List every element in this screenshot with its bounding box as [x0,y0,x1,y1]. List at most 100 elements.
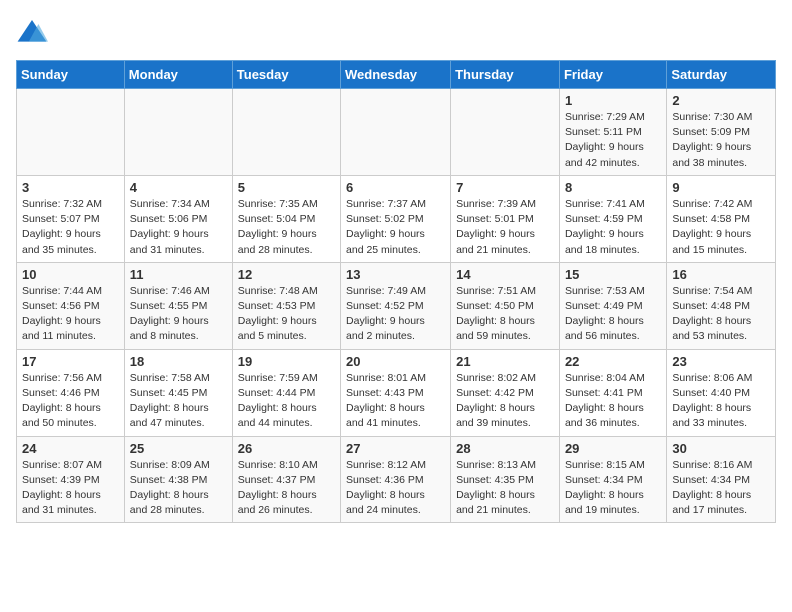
week-row-5: 24 Sunrise: 8:07 AM Sunset: 4:39 PM Dayli… [17,436,776,523]
day-number: 18 [130,354,227,369]
day-header-sunday: Sunday [17,61,125,89]
logo-icon [16,16,48,48]
calendar-cell: 11Sunrise: 7:46 AM Sunset: 4:55 PM Dayli… [124,262,232,349]
day-info: Sunrise: 7:35 AM Sunset: 5:04 PM Dayligh… [238,197,335,258]
calendar-cell: 8 Sunrise: 7:41 AM Sunset: 4:59 PM Daylig… [559,175,666,262]
day-number: 28 [456,441,554,456]
calendar-cell [232,89,340,176]
calendar-table: SundayMondayTuesdayWednesdayThursdayFrid… [16,60,776,523]
calendar-cell: 25 Sunrise: 8:09 AM Sunset: 4:38 PM Dayli… [124,436,232,523]
day-header-friday: Friday [559,61,666,89]
day-number: 27 [346,441,445,456]
calendar-cell [451,89,560,176]
day-number: 24 [22,441,119,456]
day-number: 1 [565,93,661,108]
day-number: 3 [22,180,119,195]
calendar-cell: 26 Sunrise: 8:10 AM Sunset: 4:37 PM Dayli… [232,436,340,523]
day-info: Sunrise: 7:56 AM Sunset: 4:46 PM Dayligh… [22,371,119,432]
calendar-cell: 12 Sunrise: 7:48 AM Sunset: 4:53 PM Dayli… [232,262,340,349]
calendar-cell: 10Sunrise: 7:44 AM Sunset: 4:56 PM Dayli… [17,262,125,349]
logo [16,16,52,48]
calendar-cell: 18 Sunrise: 7:58 AM Sunset: 4:45 PM Dayli… [124,349,232,436]
day-info: Sunrise: 8:09 AM Sunset: 4:38 PM Dayligh… [130,458,227,519]
day-info: Sunrise: 7:46 AM Sunset: 4:55 PM Dayligh… [130,284,227,345]
day-number: 29 [565,441,661,456]
day-info: Sunrise: 7:58 AM Sunset: 4:45 PM Dayligh… [130,371,227,432]
calendar-cell: 5 Sunrise: 7:35 AM Sunset: 5:04 PM Daylig… [232,175,340,262]
calendar-cell: 6 Sunrise: 7:37 AM Sunset: 5:02 PM Daylig… [341,175,451,262]
calendar-cell: 19 Sunrise: 7:59 AM Sunset: 4:44 PM Dayli… [232,349,340,436]
day-number: 9 [672,180,770,195]
day-number: 21 [456,354,554,369]
days-header-row: SundayMondayTuesdayWednesdayThursdayFrid… [17,61,776,89]
day-info: Sunrise: 8:02 AM Sunset: 4:42 PM Dayligh… [456,371,554,432]
calendar-cell: 17 Sunrise: 7:56 AM Sunset: 4:46 PM Dayli… [17,349,125,436]
week-row-4: 17 Sunrise: 7:56 AM Sunset: 4:46 PM Dayli… [17,349,776,436]
day-number: 13 [346,267,445,282]
day-info: Sunrise: 7:29 AM Sunset: 5:11 PM Dayligh… [565,110,661,171]
day-info: Sunrise: 8:01 AM Sunset: 4:43 PM Dayligh… [346,371,445,432]
week-row-3: 10Sunrise: 7:44 AM Sunset: 4:56 PM Dayli… [17,262,776,349]
calendar-cell: 21 Sunrise: 8:02 AM Sunset: 4:42 PM Dayli… [451,349,560,436]
day-info: Sunrise: 8:13 AM Sunset: 4:35 PM Dayligh… [456,458,554,519]
day-number: 26 [238,441,335,456]
day-info: Sunrise: 7:41 AM Sunset: 4:59 PM Dayligh… [565,197,661,258]
calendar-cell: 13 Sunrise: 7:49 AM Sunset: 4:52 PM Dayli… [341,262,451,349]
day-info: Sunrise: 8:04 AM Sunset: 4:41 PM Dayligh… [565,371,661,432]
calendar-cell: 28 Sunrise: 8:13 AM Sunset: 4:35 PM Dayli… [451,436,560,523]
day-info: Sunrise: 7:54 AM Sunset: 4:48 PM Dayligh… [672,284,770,345]
calendar-cell: 27 Sunrise: 8:12 AM Sunset: 4:36 PM Dayli… [341,436,451,523]
day-header-thursday: Thursday [451,61,560,89]
calendar-cell: 9 Sunrise: 7:42 AM Sunset: 4:58 PM Daylig… [667,175,776,262]
day-info: Sunrise: 7:51 AM Sunset: 4:50 PM Dayligh… [456,284,554,345]
day-number: 16 [672,267,770,282]
day-header-saturday: Saturday [667,61,776,89]
day-number: 5 [238,180,335,195]
day-info: Sunrise: 8:15 AM Sunset: 4:34 PM Dayligh… [565,458,661,519]
day-number: 17 [22,354,119,369]
week-row-2: 3Sunrise: 7:32 AM Sunset: 5:07 PM Daylig… [17,175,776,262]
day-info: Sunrise: 7:37 AM Sunset: 5:02 PM Dayligh… [346,197,445,258]
calendar-cell: 3Sunrise: 7:32 AM Sunset: 5:07 PM Daylig… [17,175,125,262]
calendar-cell: 30 Sunrise: 8:16 AM Sunset: 4:34 PM Dayli… [667,436,776,523]
day-info: Sunrise: 8:12 AM Sunset: 4:36 PM Dayligh… [346,458,445,519]
calendar-cell: 29 Sunrise: 8:15 AM Sunset: 4:34 PM Dayli… [559,436,666,523]
calendar-cell: 1 Sunrise: 7:29 AM Sunset: 5:11 PM Daylig… [559,89,666,176]
day-info: Sunrise: 8:16 AM Sunset: 4:34 PM Dayligh… [672,458,770,519]
day-number: 30 [672,441,770,456]
day-info: Sunrise: 7:42 AM Sunset: 4:58 PM Dayligh… [672,197,770,258]
calendar-cell: 23Sunrise: 8:06 AM Sunset: 4:40 PM Dayli… [667,349,776,436]
day-info: Sunrise: 7:48 AM Sunset: 4:53 PM Dayligh… [238,284,335,345]
day-info: Sunrise: 7:53 AM Sunset: 4:49 PM Dayligh… [565,284,661,345]
calendar-cell: 14 Sunrise: 7:51 AM Sunset: 4:50 PM Dayli… [451,262,560,349]
day-number: 2 [672,93,770,108]
calendar-cell: 22 Sunrise: 8:04 AM Sunset: 4:41 PM Dayli… [559,349,666,436]
day-header-wednesday: Wednesday [341,61,451,89]
day-info: Sunrise: 8:10 AM Sunset: 4:37 PM Dayligh… [238,458,335,519]
day-info: Sunrise: 8:07 AM Sunset: 4:39 PM Dayligh… [22,458,119,519]
day-info: Sunrise: 7:34 AM Sunset: 5:06 PM Dayligh… [130,197,227,258]
week-row-1: 1 Sunrise: 7:29 AM Sunset: 5:11 PM Daylig… [17,89,776,176]
day-number: 8 [565,180,661,195]
header [16,16,776,48]
calendar-cell [341,89,451,176]
day-info: Sunrise: 7:39 AM Sunset: 5:01 PM Dayligh… [456,197,554,258]
calendar-cell: 7 Sunrise: 7:39 AM Sunset: 5:01 PM Daylig… [451,175,560,262]
calendar-cell: 4Sunrise: 7:34 AM Sunset: 5:06 PM Daylig… [124,175,232,262]
day-header-tuesday: Tuesday [232,61,340,89]
day-number: 12 [238,267,335,282]
day-number: 6 [346,180,445,195]
day-number: 14 [456,267,554,282]
day-number: 7 [456,180,554,195]
day-number: 19 [238,354,335,369]
calendar-cell: 2 Sunrise: 7:30 AM Sunset: 5:09 PM Daylig… [667,89,776,176]
day-info: Sunrise: 7:49 AM Sunset: 4:52 PM Dayligh… [346,284,445,345]
day-header-monday: Monday [124,61,232,89]
calendar-cell: 20Sunrise: 8:01 AM Sunset: 4:43 PM Dayli… [341,349,451,436]
day-info: Sunrise: 7:44 AM Sunset: 4:56 PM Dayligh… [22,284,119,345]
calendar-cell [124,89,232,176]
day-info: Sunrise: 7:59 AM Sunset: 4:44 PM Dayligh… [238,371,335,432]
day-info: Sunrise: 7:30 AM Sunset: 5:09 PM Dayligh… [672,110,770,171]
day-number: 25 [130,441,227,456]
day-number: 22 [565,354,661,369]
